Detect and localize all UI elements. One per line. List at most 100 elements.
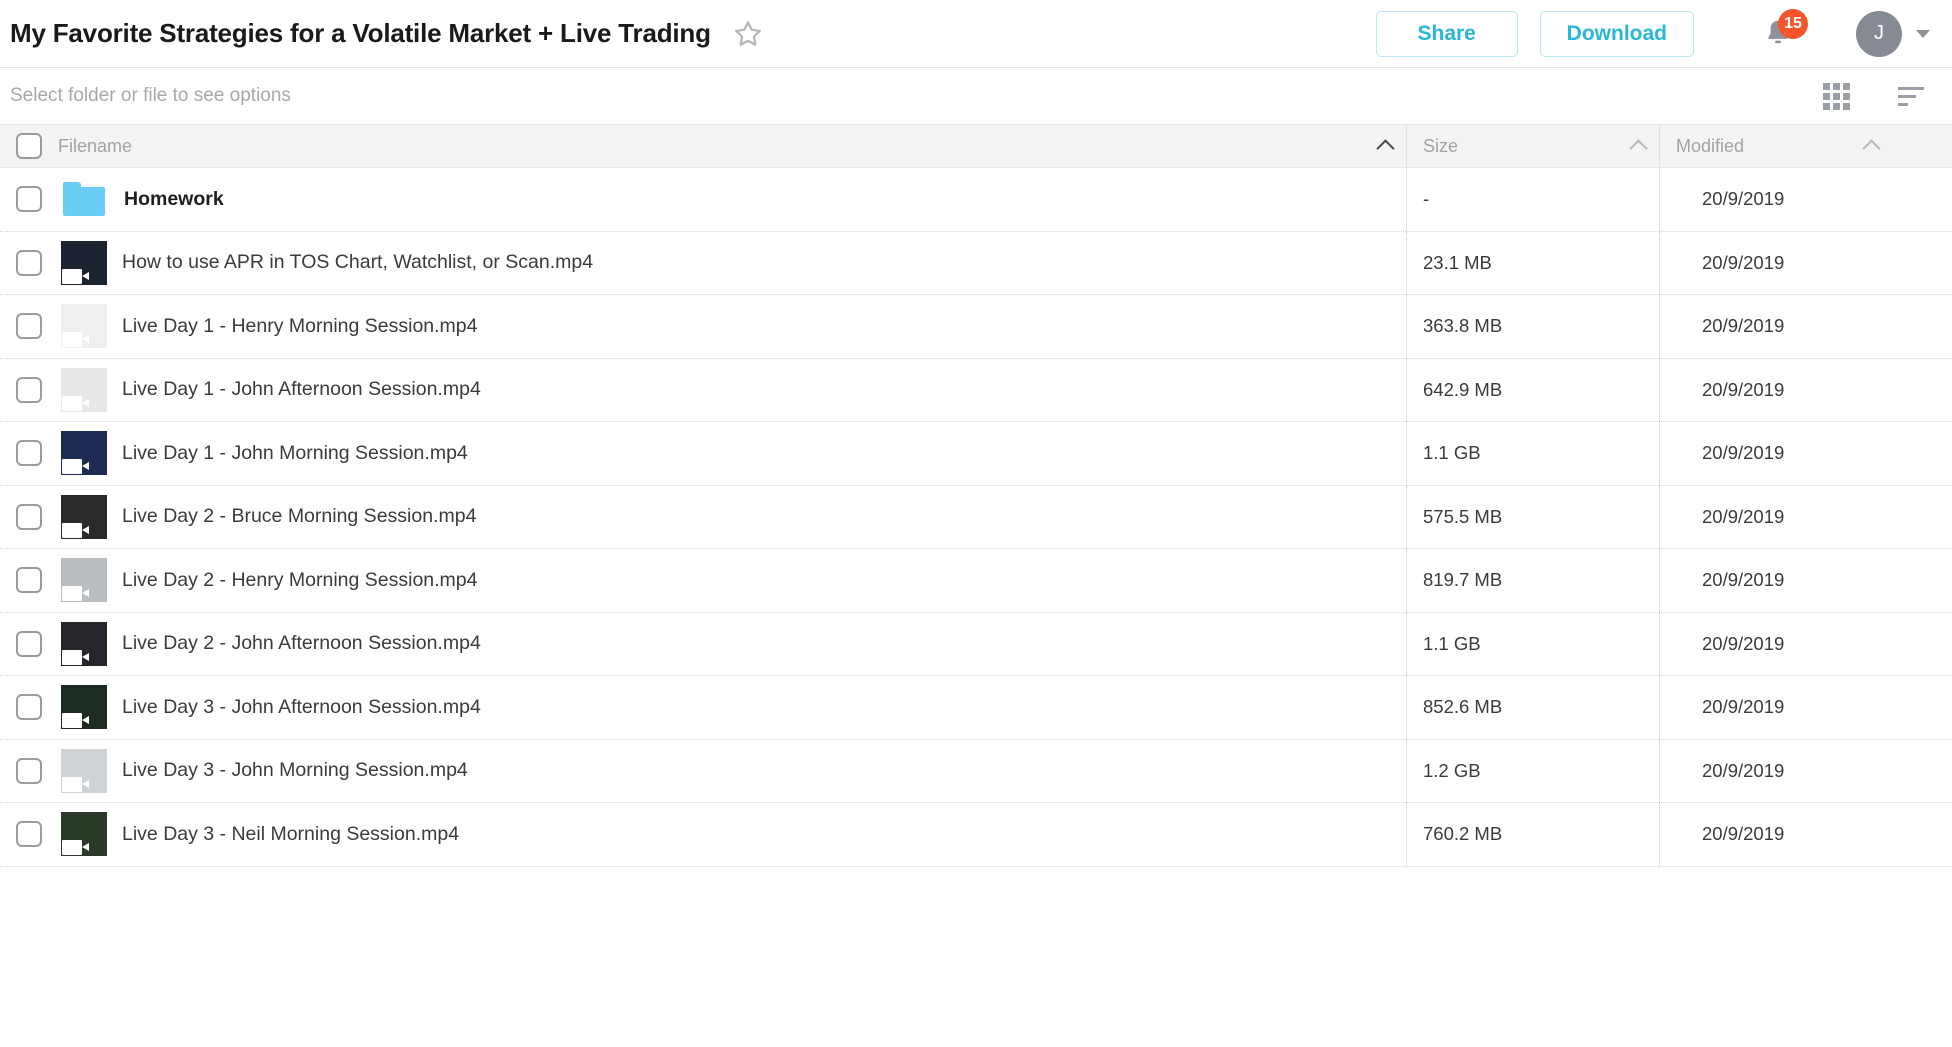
size-value: 1.1 GB xyxy=(1423,442,1481,464)
select-all-checkbox[interactable] xyxy=(16,133,42,159)
row-checkbox[interactable] xyxy=(16,821,42,848)
size-cell: 760.2 MB xyxy=(1407,823,1617,845)
favorite-star-button[interactable] xyxy=(733,19,763,49)
row-checkbox[interactable] xyxy=(16,567,42,594)
table-row[interactable]: Live Day 1 - Henry Morning Session.mp4 36… xyxy=(0,295,1952,359)
modified-cell: 20/9/2019 xyxy=(1660,506,1850,528)
filename-label[interactable]: Live Day 3 - John Morning Session.mp4 xyxy=(122,759,468,782)
file-icon-wrap xyxy=(60,685,108,730)
column-label-size: Size xyxy=(1423,135,1459,156)
modified-cell: 20/9/2019 xyxy=(1660,823,1850,845)
filename-cell: Live Day 2 - Bruce Morning Session.mp4 xyxy=(58,494,1364,539)
row-checkbox[interactable] xyxy=(16,694,42,721)
video-camera-icon xyxy=(62,586,89,602)
sort-filename-button[interactable] xyxy=(1364,137,1406,158)
filename-label[interactable]: Live Day 3 - John Afternoon Session.mp4 xyxy=(122,696,481,719)
filename-cell: Homework xyxy=(58,177,1364,221)
sort-modified-button[interactable] xyxy=(1850,137,1892,158)
table-row[interactable]: Live Day 2 - Bruce Morning Session.mp4 57… xyxy=(0,485,1952,549)
size-cell: 1.1 GB xyxy=(1407,442,1617,464)
user-menu-button[interactable]: J xyxy=(1856,10,1930,57)
video-thumbnail xyxy=(61,240,107,285)
filename-label[interactable]: Live Day 1 - John Morning Session.mp4 xyxy=(122,442,468,465)
row-select-cell xyxy=(0,313,58,340)
filename-label[interactable]: Live Day 1 - Henry Morning Session.mp4 xyxy=(122,315,478,338)
size-cell: 1.2 GB xyxy=(1407,760,1617,782)
row-checkbox[interactable] xyxy=(16,630,42,657)
filename-label[interactable]: Homework xyxy=(124,188,224,211)
table-row[interactable]: Live Day 2 - John Afternoon Session.mp4 1… xyxy=(0,612,1952,676)
sort-size-button[interactable] xyxy=(1617,137,1659,158)
star-outline-icon xyxy=(734,20,761,46)
filename-cell: Live Day 1 - Henry Morning Session.mp4 xyxy=(58,304,1364,349)
page-title: My Favorite Strategies for a Volatile Ma… xyxy=(10,18,711,48)
notification-badge: 15 xyxy=(1778,8,1808,39)
filename-label[interactable]: Live Day 3 - Neil Morning Session.mp4 xyxy=(122,823,459,846)
row-select-cell xyxy=(0,757,58,784)
row-select-cell xyxy=(0,503,58,530)
size-cell: 575.5 MB xyxy=(1407,506,1617,528)
table-row[interactable]: Live Day 1 - John Morning Session.mp4 1.1… xyxy=(0,422,1952,486)
download-button[interactable]: Download xyxy=(1539,10,1694,57)
row-checkbox[interactable] xyxy=(16,757,42,784)
chevron-up-icon xyxy=(1861,139,1881,158)
column-header-modified[interactable]: Modified xyxy=(1660,136,1850,157)
video-camera-icon xyxy=(62,395,89,411)
size-cell: 642.9 MB xyxy=(1407,379,1617,401)
table-row[interactable]: How to use APR in TOS Chart, Watchlist, … xyxy=(0,231,1952,295)
row-checkbox[interactable] xyxy=(16,503,42,530)
table-row[interactable]: Live Day 3 - Neil Morning Session.mp4 760… xyxy=(0,803,1952,867)
row-checkbox[interactable] xyxy=(16,440,42,467)
table-row[interactable]: Homework - 20/9/2019 xyxy=(0,168,1952,232)
sort-options-button[interactable] xyxy=(1898,86,1924,106)
column-header-filename[interactable]: Filename xyxy=(58,136,1364,157)
video-thumbnail xyxy=(61,685,107,730)
video-camera-icon xyxy=(62,840,89,856)
modified-value: 20/9/2019 xyxy=(1702,569,1785,591)
modified-cell: 20/9/2019 xyxy=(1660,315,1850,337)
filename-label[interactable]: How to use APR in TOS Chart, Watchlist, … xyxy=(122,251,593,274)
modified-cell: 20/9/2019 xyxy=(1660,760,1850,782)
column-label-modified: Modified xyxy=(1676,135,1745,156)
row-select-cell xyxy=(0,567,58,594)
filename-label[interactable]: Live Day 1 - John Afternoon Session.mp4 xyxy=(122,378,481,401)
file-icon-wrap xyxy=(60,812,108,857)
size-value: 819.7 MB xyxy=(1423,569,1503,591)
modified-value: 20/9/2019 xyxy=(1702,188,1785,210)
modified-cell: 20/9/2019 xyxy=(1660,569,1850,591)
size-cell: 819.7 MB xyxy=(1407,569,1617,591)
filename-cell: Live Day 3 - John Afternoon Session.mp4 xyxy=(58,685,1364,730)
video-camera-icon xyxy=(62,332,89,348)
filename-label[interactable]: Live Day 2 - Bruce Morning Session.mp4 xyxy=(122,505,476,528)
grid-view-button[interactable] xyxy=(1823,82,1850,110)
chevron-up-icon xyxy=(1375,139,1395,158)
row-select-cell xyxy=(0,249,58,276)
row-checkbox[interactable] xyxy=(16,376,42,403)
file-icon-wrap xyxy=(60,748,108,793)
size-value: 23.1 MB xyxy=(1423,251,1492,273)
selection-hint: Select folder or file to see options xyxy=(10,85,291,106)
table-body: Homework - 20/9/2019 How to use APR in TOS … xyxy=(0,168,1952,867)
filename-cell: Live Day 2 - Henry Morning Session.mp4 xyxy=(58,558,1364,603)
row-checkbox[interactable] xyxy=(16,249,42,276)
column-header-size[interactable]: Size xyxy=(1407,136,1617,157)
file-icon-wrap xyxy=(60,240,108,285)
share-button[interactable]: Share xyxy=(1375,10,1518,57)
table-row[interactable]: Live Day 3 - John Afternoon Session.mp4 8… xyxy=(0,676,1952,740)
size-value: 1.1 GB xyxy=(1423,632,1481,654)
table-row[interactable]: Live Day 2 - Henry Morning Session.mp4 81… xyxy=(0,549,1952,613)
row-checkbox[interactable] xyxy=(16,186,42,213)
notifications-button[interactable]: 15 xyxy=(1756,8,1808,57)
modified-value: 20/9/2019 xyxy=(1702,823,1785,845)
size-value: 760.2 MB xyxy=(1423,823,1503,845)
filename-label[interactable]: Live Day 2 - John Afternoon Session.mp4 xyxy=(122,632,481,655)
table-row[interactable]: Live Day 1 - John Afternoon Session.mp4 6… xyxy=(0,358,1952,422)
row-select-cell xyxy=(0,630,58,657)
video-thumbnail xyxy=(61,431,107,476)
table-row[interactable]: Live Day 3 - John Morning Session.mp4 1.2… xyxy=(0,739,1952,803)
filename-label[interactable]: Live Day 2 - Henry Morning Session.mp4 xyxy=(122,569,478,592)
row-checkbox[interactable] xyxy=(16,313,42,340)
view-controls xyxy=(1823,82,1924,110)
row-select-cell xyxy=(0,376,58,403)
video-thumbnail xyxy=(61,812,107,857)
